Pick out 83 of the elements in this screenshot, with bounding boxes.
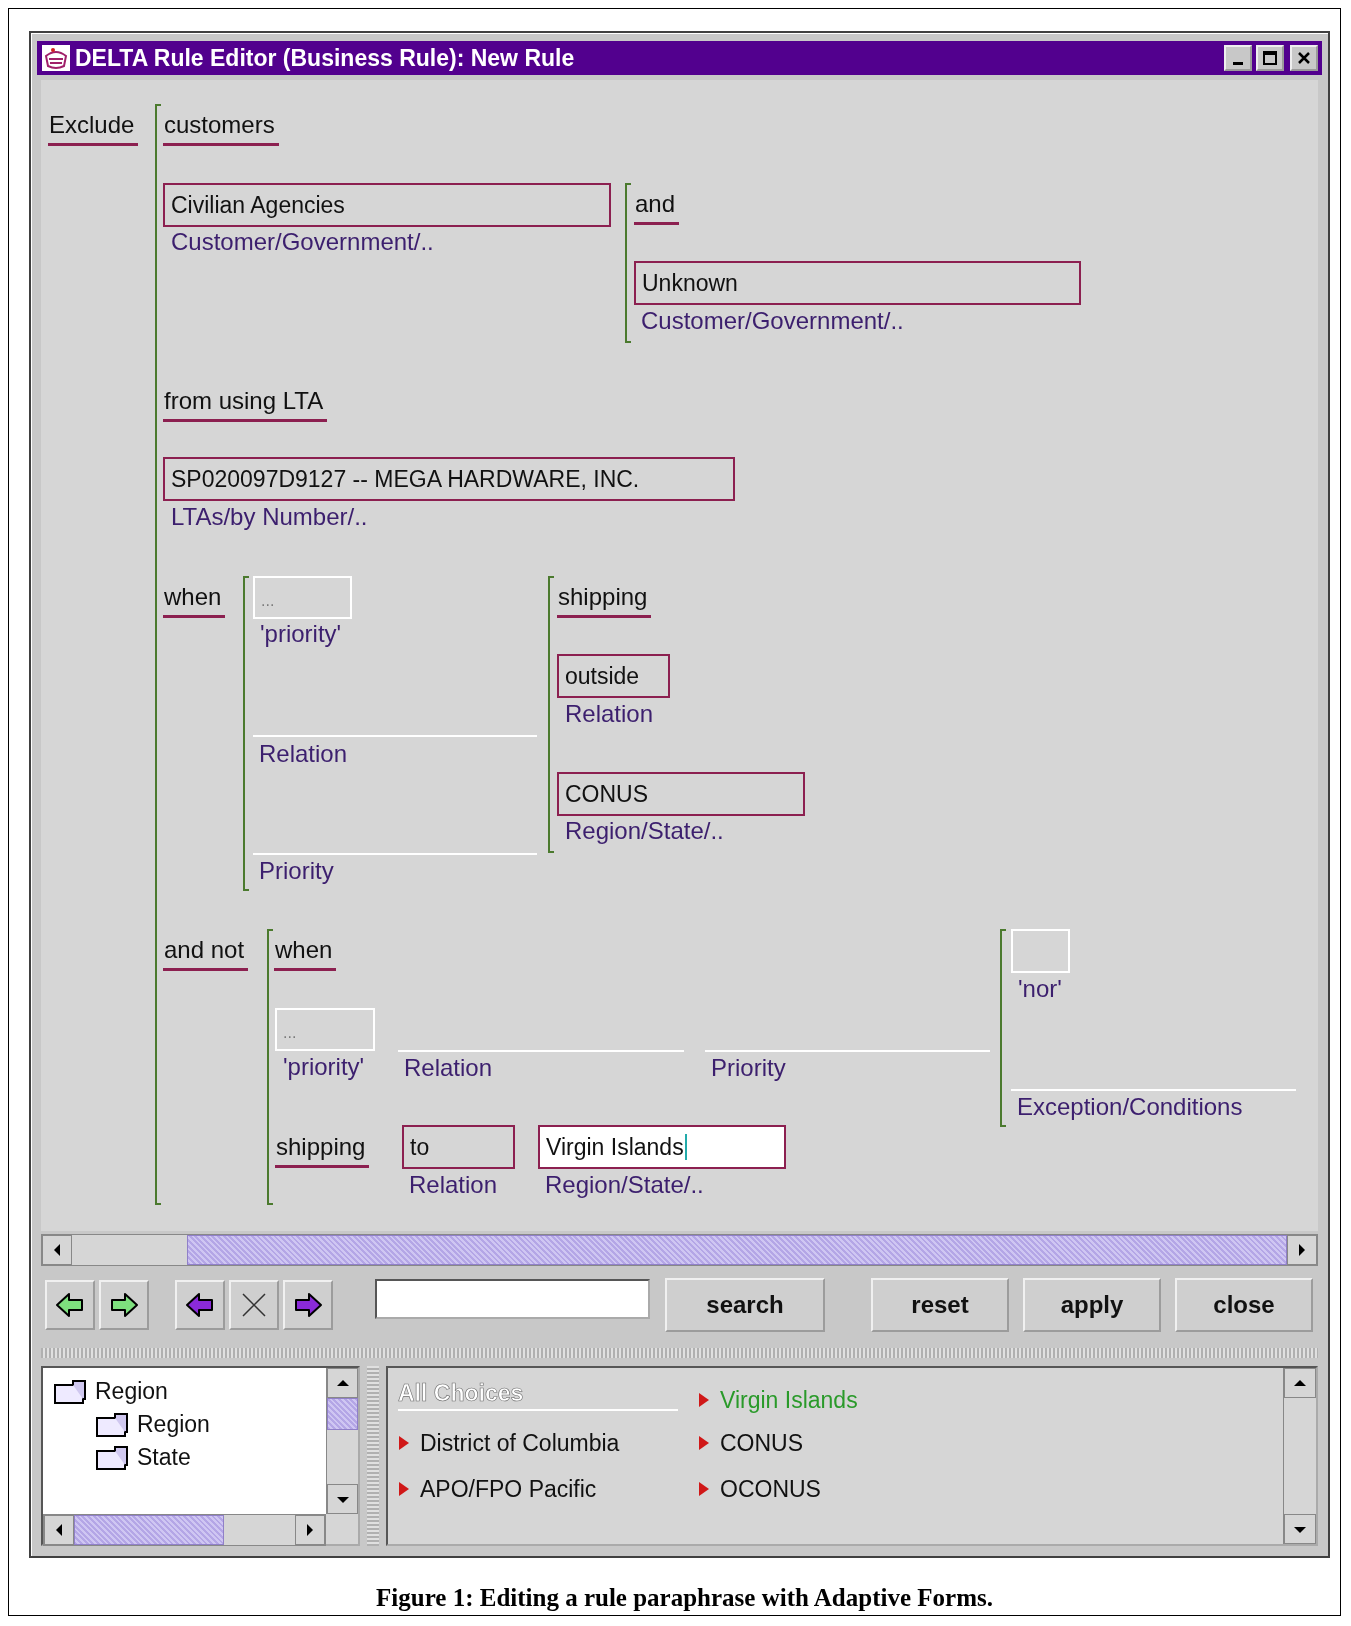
slot-caption: Customer/Government/.. xyxy=(171,228,434,256)
rule-keyword[interactable]: customers xyxy=(163,111,279,146)
figure-caption: Figure 1: Editing a rule paraphrase with Adaptive Forms. xyxy=(375,1584,994,1612)
choice-item[interactable]: CONUS xyxy=(698,1420,858,1466)
bullet-icon xyxy=(398,1435,410,1451)
right-triangle-icon xyxy=(1297,1242,1307,1258)
choice-item[interactable]: District of Columbia xyxy=(398,1420,678,1466)
slot-caption: Customer/Government/.. xyxy=(641,307,904,335)
back-button[interactable] xyxy=(45,1280,95,1330)
horizontal-scrollbar[interactable] xyxy=(41,1234,1318,1266)
left-triangle-icon xyxy=(54,1522,64,1538)
slot-caption: LTAs/by Number/.. xyxy=(171,503,368,531)
right-arrow-icon xyxy=(109,1291,139,1319)
rule-keyword[interactable]: shipping xyxy=(557,583,652,618)
value-slot[interactable]: CONUS xyxy=(557,772,805,816)
slot-caption: Relation xyxy=(565,700,654,728)
rule-keyword[interactable]: and xyxy=(634,190,680,225)
toolbar-button[interactable]: close xyxy=(1175,1278,1313,1332)
slot-caption: Relation xyxy=(404,1054,493,1082)
bullet-icon xyxy=(698,1481,710,1497)
right-arrow-icon xyxy=(293,1291,323,1319)
tree-item[interactable]: Region xyxy=(95,1378,168,1405)
close-window-button[interactable] xyxy=(1290,45,1318,71)
slot-caption: Priority xyxy=(711,1054,786,1082)
toolbar-button[interactable]: search xyxy=(665,1278,825,1332)
left-arrow-icon xyxy=(55,1291,85,1319)
delete-button[interactable] xyxy=(229,1280,279,1330)
toolbar-button[interactable]: apply xyxy=(1023,1278,1161,1332)
horizontal-scrollbar[interactable] xyxy=(43,1514,326,1546)
folder-icon xyxy=(53,1378,87,1405)
left-triangle-icon xyxy=(52,1242,62,1258)
bullet-icon xyxy=(398,1481,410,1497)
value-slot[interactable]: outside xyxy=(557,654,670,698)
slot-caption: 'priority' xyxy=(260,620,342,648)
maximize-button[interactable] xyxy=(1256,45,1284,71)
tree-item[interactable]: State xyxy=(137,1444,191,1471)
value-slot[interactable]: Civilian Agencies xyxy=(163,183,611,227)
up-triangle-icon xyxy=(1292,1377,1308,1389)
choices-header: All Choices xyxy=(398,1380,678,1411)
folder-icon xyxy=(95,1444,129,1471)
value-slot[interactable]: to xyxy=(402,1125,515,1169)
rule-keyword[interactable]: Exclude xyxy=(48,111,139,146)
scroll-thumb[interactable] xyxy=(327,1398,358,1430)
minimize-button[interactable] xyxy=(1224,45,1252,71)
move-left-button[interactable] xyxy=(175,1280,225,1330)
rule-keyword[interactable]: when xyxy=(163,583,226,618)
choice-item[interactable]: APO/FPO Pacific xyxy=(398,1466,678,1512)
rule-keyword[interactable]: shipping xyxy=(275,1133,370,1168)
close-icon xyxy=(1297,51,1311,65)
window-title: DELTA Rule Editor (Business Rule): New Rule xyxy=(75,44,576,72)
splitter-handle[interactable] xyxy=(367,1366,379,1546)
slot-caption: Priority xyxy=(259,857,334,885)
slot-caption: Region/State/.. xyxy=(565,817,724,845)
toolbar-button[interactable]: reset xyxy=(871,1278,1009,1332)
slot-caption: 'priority' xyxy=(283,1053,365,1081)
slot-caption: Exception/Conditions xyxy=(1017,1093,1243,1121)
slot-caption: Relation xyxy=(259,740,348,768)
slot-caption: Region/State/.. xyxy=(545,1171,704,1199)
right-triangle-icon xyxy=(305,1522,315,1538)
move-right-button[interactable] xyxy=(283,1280,333,1330)
bullet-icon xyxy=(698,1435,710,1451)
tree-item[interactable]: Region xyxy=(137,1411,210,1438)
cross-icon xyxy=(241,1292,267,1318)
bullet-icon xyxy=(698,1392,710,1408)
value-slot[interactable]: SP020097D9127 -- MEGA HARDWARE, INC. xyxy=(163,457,735,501)
left-arrow-icon xyxy=(185,1291,215,1319)
search-field[interactable] xyxy=(375,1279,650,1319)
rule-keyword[interactable]: from using LTA xyxy=(163,387,328,422)
slot-caption: 'nor' xyxy=(1018,975,1062,1003)
splitter-handle[interactable] xyxy=(41,1348,1318,1358)
rule-keyword[interactable]: and not xyxy=(163,936,249,971)
vertical-scrollbar[interactable] xyxy=(1283,1368,1316,1544)
input-field[interactable]: Virgin Islands xyxy=(538,1125,786,1169)
maximize-icon xyxy=(1262,51,1278,65)
choice-item[interactable]: OCONUS xyxy=(698,1466,858,1512)
minimize-icon xyxy=(1233,61,1243,65)
vertical-scrollbar[interactable] xyxy=(326,1368,358,1514)
forward-button[interactable] xyxy=(99,1280,149,1330)
folder-icon xyxy=(95,1411,129,1438)
rule-keyword[interactable]: when xyxy=(274,936,337,971)
app-icon xyxy=(41,44,71,72)
slot-caption: Relation xyxy=(409,1171,498,1199)
value-slot[interactable]: Unknown xyxy=(634,261,1081,305)
